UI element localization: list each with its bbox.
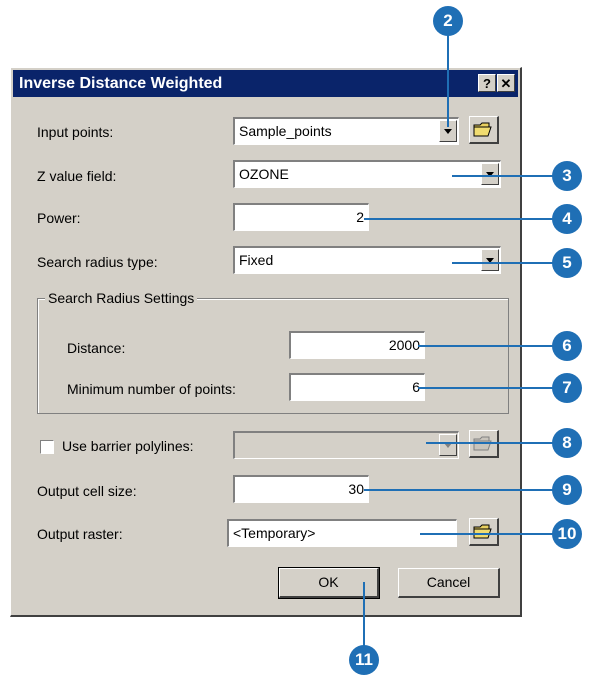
cell-size-label: Output cell size: xyxy=(37,483,137,499)
distance-input[interactable]: 2000 xyxy=(289,331,425,359)
power-label: Power: xyxy=(37,210,81,226)
search-radius-type-dropdown[interactable]: Fixed xyxy=(233,246,501,274)
power-input[interactable]: 2 xyxy=(233,203,369,231)
open-folder-icon xyxy=(473,524,492,539)
open-folder-icon xyxy=(473,122,492,137)
callout-11: 11 xyxy=(349,645,379,675)
distance-label: Distance: xyxy=(67,340,126,356)
browse-barrier-button xyxy=(469,430,499,458)
cell-size-input[interactable]: 30 xyxy=(233,475,369,503)
chevron-down-icon[interactable] xyxy=(481,163,499,185)
input-points-label: Input points: xyxy=(37,124,114,140)
callout-3: 3 xyxy=(552,161,582,191)
callout-5-leader xyxy=(452,262,557,264)
cancel-button[interactable]: Cancel xyxy=(398,568,500,598)
callout-5: 5 xyxy=(552,248,582,278)
input-points-value: Sample_points xyxy=(239,123,332,139)
min-points-label: Minimum number of points: xyxy=(67,381,236,397)
input-points-dropdown[interactable]: Sample_points xyxy=(233,117,459,145)
help-button[interactable]: ? xyxy=(478,74,496,92)
z-value-field-dropdown[interactable]: OZONE xyxy=(233,160,501,188)
callout-3-leader xyxy=(452,175,557,177)
callout-10-leader xyxy=(420,533,557,535)
dialog-title: Inverse Distance Weighted xyxy=(19,75,223,92)
callout-7: 7 xyxy=(552,373,582,403)
callout-2-leader xyxy=(447,34,449,127)
browse-output-raster-button[interactable] xyxy=(469,518,499,546)
callout-4-leader xyxy=(364,218,557,220)
search-radius-settings-title: Search Radius Settings xyxy=(45,290,198,306)
title-bar: Inverse Distance Weighted ? ✕ xyxy=(13,70,518,97)
browse-input-points-button[interactable] xyxy=(469,116,499,144)
barrier-dropdown xyxy=(233,431,459,459)
chevron-down-icon[interactable] xyxy=(481,249,499,271)
callout-6-leader xyxy=(418,345,557,347)
callout-4: 4 xyxy=(552,204,582,234)
callout-2: 2 xyxy=(433,6,463,36)
barrier-checkbox[interactable] xyxy=(40,440,54,454)
z-value-field-value: OZONE xyxy=(239,166,289,182)
callout-9: 9 xyxy=(552,475,582,505)
search-radius-type-label: Search radius type: xyxy=(37,254,158,270)
callout-11-leader xyxy=(363,582,365,650)
min-points-input[interactable]: 6 xyxy=(289,373,425,401)
z-value-field-label: Z value field: xyxy=(37,168,117,184)
callout-8: 8 xyxy=(552,428,582,458)
chevron-down-icon xyxy=(439,434,457,456)
callout-6: 6 xyxy=(552,331,582,361)
close-button[interactable]: ✕ xyxy=(497,74,515,92)
callout-9-leader xyxy=(364,489,557,491)
callout-7-leader xyxy=(418,387,557,389)
barrier-label: Use barrier polylines: xyxy=(62,438,194,454)
output-raster-label: Output raster: xyxy=(37,526,123,542)
search-radius-type-value: Fixed xyxy=(239,252,274,268)
callout-8-leader xyxy=(426,442,557,444)
callout-10: 10 xyxy=(552,519,582,549)
